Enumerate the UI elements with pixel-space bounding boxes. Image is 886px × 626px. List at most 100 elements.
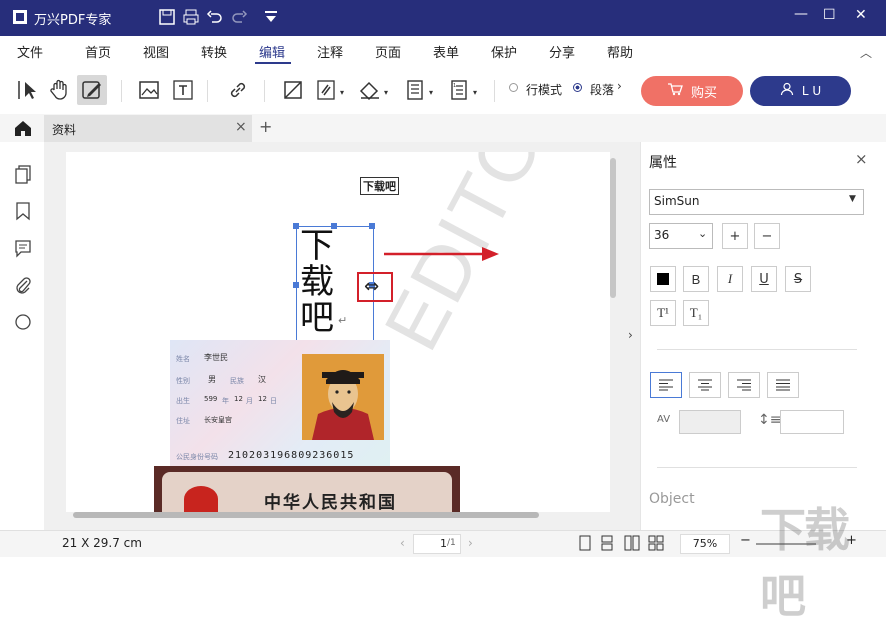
align-left-button[interactable] [650, 372, 682, 398]
watermark-dropdown-icon[interactable]: ▾ [340, 88, 344, 97]
menu-protect[interactable]: 保护 [491, 42, 517, 61]
menu-help[interactable]: 帮助 [607, 42, 633, 61]
link-icon[interactable] [226, 78, 250, 102]
font-family-select[interactable]: SimSun ▼ [649, 189, 864, 215]
zoom-out-button[interactable]: − [740, 533, 751, 548]
menu-home[interactable]: 首页 [85, 42, 111, 61]
menu-comment[interactable]: 注释 [317, 42, 343, 61]
hand-tool-icon[interactable] [48, 78, 72, 102]
resize-handle-tr[interactable] [369, 223, 375, 229]
continuous-view-icon[interactable] [600, 535, 614, 555]
svg-text:1: 1 [453, 83, 456, 89]
line-mode-label[interactable]: 行模式 [526, 81, 562, 98]
header-footer-icon[interactable] [403, 78, 427, 102]
add-text-box-icon[interactable] [171, 78, 195, 102]
vertical-scrollbar[interactable] [610, 158, 616, 298]
id-name: 李世民 [204, 353, 228, 362]
char-spacing-icon: AV [657, 414, 671, 425]
line-mode-radio[interactable] [509, 83, 518, 92]
subscript-button[interactable]: T₁ [683, 300, 709, 326]
toolbar: ▾ ▾ ▾ 1 ▾ 行模式 段落 › 购买 L U [0, 66, 886, 114]
user-account-button[interactable]: L U [750, 76, 851, 106]
bates-dropdown-icon[interactable]: ▾ [473, 88, 477, 97]
bates-number-icon[interactable]: 1 [447, 78, 471, 102]
align-right-button[interactable] [728, 372, 760, 398]
background-dropdown-icon[interactable]: ▾ [384, 88, 388, 97]
tab-close-button[interactable]: × [235, 119, 247, 135]
expand-right-panel-icon[interactable]: › [628, 328, 633, 342]
grid-view-icon[interactable] [648, 535, 664, 555]
crop-icon[interactable] [281, 78, 305, 102]
id-card-back-image[interactable]: 中华人民共和国 [154, 466, 460, 512]
close-window-button[interactable]: ✕ [855, 7, 867, 23]
undo-icon[interactable] [206, 8, 224, 26]
font-size-value: 36 [654, 228, 670, 242]
id-card-image[interactable]: 姓名 李世民 性别 男 民族 汉 出生 599 年 12 月 12 日 住址 长… [170, 340, 390, 466]
paragraph-mode-label[interactable]: 段落 [590, 81, 614, 98]
resize-handle-ml[interactable] [293, 282, 299, 288]
line-spacing-input[interactable] [780, 410, 844, 434]
add-image-icon[interactable] [137, 78, 161, 102]
small-text-label[interactable]: 下载吧 [360, 177, 399, 195]
horizontal-scrollbar[interactable] [73, 512, 539, 518]
collapse-ribbon-icon[interactable]: ︿ [860, 44, 872, 61]
italic-button[interactable]: I [717, 266, 743, 292]
decrease-font-button[interactable]: − [754, 223, 780, 249]
toolbar-more-icon[interactable]: › [617, 79, 622, 93]
zoom-input[interactable]: 75% [680, 534, 730, 554]
attachment-icon[interactable] [13, 275, 33, 299]
underline-button[interactable]: U [751, 266, 777, 292]
superscript-button[interactable]: T¹ [650, 300, 676, 326]
two-page-view-icon[interactable] [624, 535, 640, 555]
menu-share[interactable]: 分享 [549, 42, 575, 61]
resize-handle-tm[interactable] [331, 223, 337, 229]
menu-view[interactable]: 视图 [143, 42, 169, 61]
align-center-button[interactable] [689, 372, 721, 398]
menu-edit[interactable]: 编辑 [259, 42, 285, 61]
id-sex: 男 [208, 375, 216, 384]
watermark-icon[interactable] [314, 78, 338, 102]
menu-form[interactable]: 表单 [433, 42, 459, 61]
redo-icon[interactable] [230, 8, 248, 26]
bookmark-icon[interactable] [14, 201, 32, 225]
large-vertical-text[interactable]: 下 载 吧 [300, 228, 334, 336]
minimize-button[interactable]: — [794, 6, 808, 22]
paragraph-mark-icon: ↵ [338, 314, 348, 327]
properties-close-button[interactable]: × [855, 150, 868, 168]
home-icon[interactable] [13, 119, 33, 141]
quick-access-dropdown-icon[interactable] [262, 8, 280, 26]
prev-page-button[interactable]: ‹ [400, 536, 405, 550]
thumbnails-icon[interactable] [13, 164, 33, 188]
print-icon[interactable] [182, 8, 200, 26]
comments-icon[interactable] [13, 238, 33, 262]
tab-document-label: 资料 [52, 123, 77, 137]
next-page-button[interactable]: › [468, 536, 473, 550]
edit-text-icon[interactable] [80, 78, 104, 102]
header-footer-dropdown-icon[interactable]: ▾ [429, 88, 433, 97]
paragraph-mode-radio[interactable] [573, 83, 582, 92]
bold-button[interactable]: B [683, 266, 709, 292]
strikethrough-button[interactable]: S [785, 266, 811, 292]
buy-button[interactable]: 购买 [641, 76, 743, 106]
tab-document[interactable]: 资料 × [44, 115, 252, 142]
single-page-view-icon[interactable] [578, 535, 592, 555]
resize-handle-tl[interactable] [293, 223, 299, 229]
maximize-button[interactable]: ☐ [823, 7, 836, 23]
search-icon[interactable] [13, 312, 33, 336]
id-year-unit: 年 [222, 397, 229, 405]
increase-font-button[interactable]: + [722, 223, 748, 249]
font-size-select[interactable]: 36 ⌄ [649, 223, 713, 249]
char-spacing-input[interactable] [679, 410, 741, 434]
menu-convert[interactable]: 转换 [201, 42, 227, 61]
background-icon[interactable] [358, 78, 382, 102]
color-swatch [657, 273, 669, 285]
select-cursor-icon[interactable] [16, 78, 40, 102]
text-color-button[interactable] [650, 266, 676, 292]
new-tab-button[interactable]: + [259, 117, 272, 136]
menu-page[interactable]: 页面 [375, 42, 401, 61]
save-icon[interactable] [158, 8, 176, 26]
justify-button[interactable] [767, 372, 799, 398]
page-number-input[interactable]: 1 /1 [413, 534, 461, 554]
cart-icon [667, 82, 683, 100]
menu-file[interactable]: 文件 [17, 42, 43, 61]
